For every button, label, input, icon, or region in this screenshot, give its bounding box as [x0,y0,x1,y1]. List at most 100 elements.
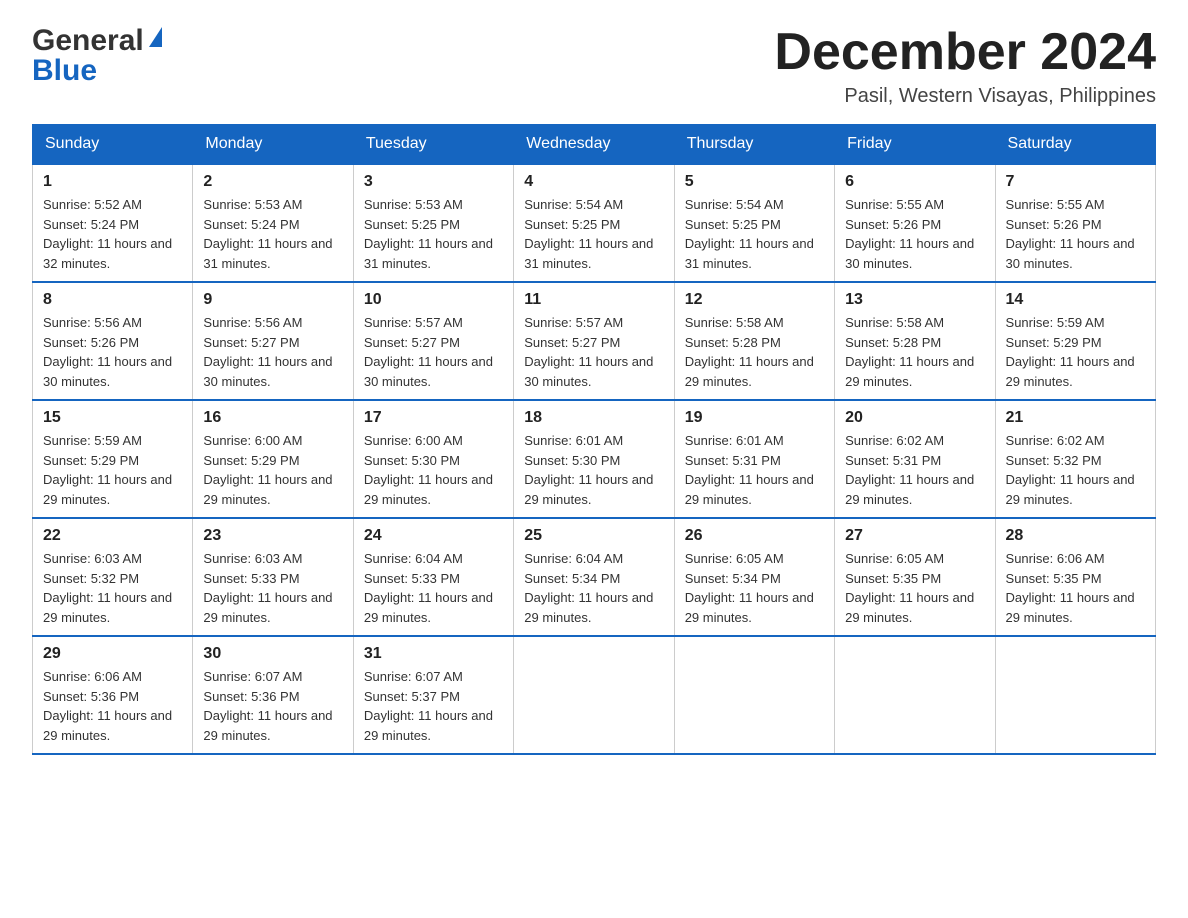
day-info: Sunrise: 6:01 AM Sunset: 5:31 PM Dayligh… [685,431,824,509]
title-block: December 2024 Pasil, Western Visayas, Ph… [774,24,1156,108]
calendar-week-row: 22 Sunrise: 6:03 AM Sunset: 5:32 PM Dayl… [33,518,1156,636]
day-info: Sunrise: 6:03 AM Sunset: 5:33 PM Dayligh… [203,549,342,627]
day-number: 22 [43,527,182,545]
calendar-cell: 23 Sunrise: 6:03 AM Sunset: 5:33 PM Dayl… [193,518,353,636]
logo-general-text: General [32,24,144,58]
day-number: 24 [364,527,503,545]
day-number: 2 [203,173,342,191]
day-info: Sunrise: 6:04 AM Sunset: 5:33 PM Dayligh… [364,549,503,627]
day-info: Sunrise: 6:05 AM Sunset: 5:35 PM Dayligh… [845,549,984,627]
calendar-cell: 15 Sunrise: 5:59 AM Sunset: 5:29 PM Dayl… [33,400,193,518]
day-number: 19 [685,409,824,427]
day-info: Sunrise: 5:54 AM Sunset: 5:25 PM Dayligh… [524,195,663,273]
location-subtitle: Pasil, Western Visayas, Philippines [774,85,1156,108]
calendar-cell: 14 Sunrise: 5:59 AM Sunset: 5:29 PM Dayl… [995,282,1155,400]
day-number: 18 [524,409,663,427]
day-info: Sunrise: 5:55 AM Sunset: 5:26 PM Dayligh… [1006,195,1145,273]
day-info: Sunrise: 6:05 AM Sunset: 5:34 PM Dayligh… [685,549,824,627]
day-number: 16 [203,409,342,427]
calendar-cell: 4 Sunrise: 5:54 AM Sunset: 5:25 PM Dayli… [514,164,674,282]
day-number: 31 [364,645,503,663]
calendar-cell: 3 Sunrise: 5:53 AM Sunset: 5:25 PM Dayli… [353,164,513,282]
calendar-cell: 9 Sunrise: 5:56 AM Sunset: 5:27 PM Dayli… [193,282,353,400]
day-info: Sunrise: 6:07 AM Sunset: 5:37 PM Dayligh… [364,667,503,745]
day-number: 3 [364,173,503,191]
calendar-table: SundayMondayTuesdayWednesdayThursdayFrid… [32,124,1156,755]
day-info: Sunrise: 5:53 AM Sunset: 5:24 PM Dayligh… [203,195,342,273]
day-number: 1 [43,173,182,191]
calendar-cell: 11 Sunrise: 5:57 AM Sunset: 5:27 PM Dayl… [514,282,674,400]
calendar-cell: 30 Sunrise: 6:07 AM Sunset: 5:36 PM Dayl… [193,636,353,754]
day-info: Sunrise: 6:01 AM Sunset: 5:30 PM Dayligh… [524,431,663,509]
day-number: 23 [203,527,342,545]
calendar-cell: 5 Sunrise: 5:54 AM Sunset: 5:25 PM Dayli… [674,164,834,282]
header-monday: Monday [193,125,353,165]
day-info: Sunrise: 6:02 AM Sunset: 5:32 PM Dayligh… [1006,431,1145,509]
day-info: Sunrise: 5:57 AM Sunset: 5:27 PM Dayligh… [524,313,663,391]
day-info: Sunrise: 5:52 AM Sunset: 5:24 PM Dayligh… [43,195,182,273]
calendar-cell: 13 Sunrise: 5:58 AM Sunset: 5:28 PM Dayl… [835,282,995,400]
day-number: 4 [524,173,663,191]
header-friday: Friday [835,125,995,165]
day-number: 6 [845,173,984,191]
month-title: December 2024 [774,24,1156,81]
calendar-cell: 22 Sunrise: 6:03 AM Sunset: 5:32 PM Dayl… [33,518,193,636]
calendar-header-row: SundayMondayTuesdayWednesdayThursdayFrid… [33,125,1156,165]
calendar-cell: 1 Sunrise: 5:52 AM Sunset: 5:24 PM Dayli… [33,164,193,282]
day-number: 7 [1006,173,1145,191]
day-number: 15 [43,409,182,427]
calendar-cell: 8 Sunrise: 5:56 AM Sunset: 5:26 PM Dayli… [33,282,193,400]
day-number: 10 [364,291,503,309]
day-info: Sunrise: 6:04 AM Sunset: 5:34 PM Dayligh… [524,549,663,627]
day-number: 8 [43,291,182,309]
day-info: Sunrise: 6:03 AM Sunset: 5:32 PM Dayligh… [43,549,182,627]
calendar-cell [835,636,995,754]
header-wednesday: Wednesday [514,125,674,165]
day-info: Sunrise: 5:55 AM Sunset: 5:26 PM Dayligh… [845,195,984,273]
calendar-cell: 16 Sunrise: 6:00 AM Sunset: 5:29 PM Dayl… [193,400,353,518]
calendar-cell: 21 Sunrise: 6:02 AM Sunset: 5:32 PM Dayl… [995,400,1155,518]
calendar-week-row: 29 Sunrise: 6:06 AM Sunset: 5:36 PM Dayl… [33,636,1156,754]
logo: General Blue [32,24,162,88]
day-number: 28 [1006,527,1145,545]
calendar-week-row: 1 Sunrise: 5:52 AM Sunset: 5:24 PM Dayli… [33,164,1156,282]
day-info: Sunrise: 6:06 AM Sunset: 5:36 PM Dayligh… [43,667,182,745]
day-info: Sunrise: 5:59 AM Sunset: 5:29 PM Dayligh… [1006,313,1145,391]
day-info: Sunrise: 5:58 AM Sunset: 5:28 PM Dayligh… [685,313,824,391]
day-number: 17 [364,409,503,427]
calendar-cell: 25 Sunrise: 6:04 AM Sunset: 5:34 PM Dayl… [514,518,674,636]
day-info: Sunrise: 5:53 AM Sunset: 5:25 PM Dayligh… [364,195,503,273]
page-header: General Blue December 2024 Pasil, Wester… [32,24,1156,108]
calendar-cell: 29 Sunrise: 6:06 AM Sunset: 5:36 PM Dayl… [33,636,193,754]
day-info: Sunrise: 5:58 AM Sunset: 5:28 PM Dayligh… [845,313,984,391]
day-info: Sunrise: 6:07 AM Sunset: 5:36 PM Dayligh… [203,667,342,745]
day-number: 25 [524,527,663,545]
day-number: 20 [845,409,984,427]
day-info: Sunrise: 5:56 AM Sunset: 5:27 PM Dayligh… [203,313,342,391]
calendar-cell: 7 Sunrise: 5:55 AM Sunset: 5:26 PM Dayli… [995,164,1155,282]
day-info: Sunrise: 5:54 AM Sunset: 5:25 PM Dayligh… [685,195,824,273]
header-sunday: Sunday [33,125,193,165]
calendar-cell [995,636,1155,754]
calendar-cell: 6 Sunrise: 5:55 AM Sunset: 5:26 PM Dayli… [835,164,995,282]
calendar-cell: 17 Sunrise: 6:00 AM Sunset: 5:30 PM Dayl… [353,400,513,518]
day-number: 14 [1006,291,1145,309]
calendar-cell: 24 Sunrise: 6:04 AM Sunset: 5:33 PM Dayl… [353,518,513,636]
day-number: 21 [1006,409,1145,427]
day-number: 26 [685,527,824,545]
calendar-cell: 19 Sunrise: 6:01 AM Sunset: 5:31 PM Dayl… [674,400,834,518]
day-number: 9 [203,291,342,309]
day-info: Sunrise: 5:57 AM Sunset: 5:27 PM Dayligh… [364,313,503,391]
day-number: 12 [685,291,824,309]
calendar-cell: 20 Sunrise: 6:02 AM Sunset: 5:31 PM Dayl… [835,400,995,518]
day-number: 27 [845,527,984,545]
calendar-cell [514,636,674,754]
day-info: Sunrise: 5:56 AM Sunset: 5:26 PM Dayligh… [43,313,182,391]
header-thursday: Thursday [674,125,834,165]
calendar-cell: 2 Sunrise: 5:53 AM Sunset: 5:24 PM Dayli… [193,164,353,282]
logo-triangle-icon [149,27,162,47]
logo-blue-text: Blue [32,54,97,88]
day-info: Sunrise: 5:59 AM Sunset: 5:29 PM Dayligh… [43,431,182,509]
calendar-cell: 26 Sunrise: 6:05 AM Sunset: 5:34 PM Dayl… [674,518,834,636]
day-info: Sunrise: 6:00 AM Sunset: 5:30 PM Dayligh… [364,431,503,509]
